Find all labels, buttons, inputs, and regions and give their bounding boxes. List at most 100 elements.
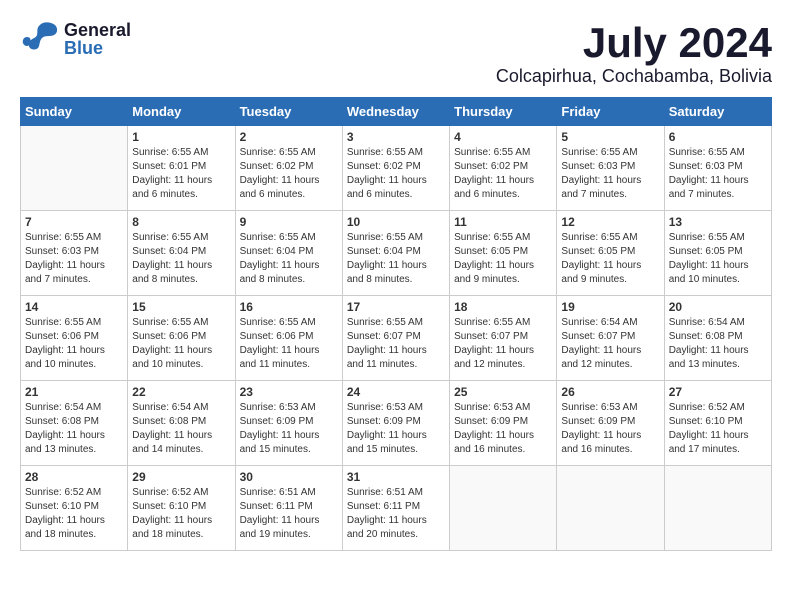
calendar-day-cell: 29 Sunrise: 6:52 AM Sunset: 6:10 PM Dayli… [128,466,235,551]
day-info: Sunrise: 6:55 AM Sunset: 6:07 PM Dayligh… [347,316,445,372]
calendar-day-cell [21,126,128,211]
day-number: 6 [669,130,767,144]
day-info: Sunrise: 6:55 AM Sunset: 6:04 PM Dayligh… [132,231,230,287]
day-number: 10 [347,215,445,229]
day-number: 12 [561,215,659,229]
day-number: 24 [347,385,445,399]
day-number: 20 [669,300,767,314]
day-info: Sunrise: 6:55 AM Sunset: 6:04 PM Dayligh… [347,231,445,287]
day-info: Sunrise: 6:55 AM Sunset: 6:05 PM Dayligh… [561,231,659,287]
calendar-day-cell: 27 Sunrise: 6:52 AM Sunset: 6:10 PM Dayli… [664,381,771,466]
day-number: 11 [454,215,552,229]
month-title: July 2024 [496,20,772,66]
calendar-day-cell: 23 Sunrise: 6:53 AM Sunset: 6:09 PM Dayli… [235,381,342,466]
day-info: Sunrise: 6:55 AM Sunset: 6:03 PM Dayligh… [561,146,659,202]
day-number: 13 [669,215,767,229]
day-info: Sunrise: 6:55 AM Sunset: 6:02 PM Dayligh… [347,146,445,202]
day-number: 25 [454,385,552,399]
calendar-day-cell: 4Sunrise: 6:55 AM Sunset: 6:02 PM Daylig… [450,126,557,211]
calendar-day-cell: 8 Sunrise: 6:55 AM Sunset: 6:04 PM Daylig… [128,211,235,296]
calendar-day-cell: 7Sunrise: 6:55 AM Sunset: 6:03 PM Daylig… [21,211,128,296]
calendar-day-cell: 9 Sunrise: 6:55 AM Sunset: 6:04 PM Daylig… [235,211,342,296]
weekday-header: Sunday [21,98,128,126]
calendar-day-cell: 18 Sunrise: 6:55 AM Sunset: 6:07 PM Dayli… [450,296,557,381]
day-info: Sunrise: 6:52 AM Sunset: 6:10 PM Dayligh… [669,401,767,457]
day-info: Sunrise: 6:55 AM Sunset: 6:06 PM Dayligh… [132,316,230,372]
day-info: Sunrise: 6:51 AM Sunset: 6:11 PM Dayligh… [240,486,338,542]
title-section: July 2024 Colcapirhua, Cochabamba, Boliv… [496,20,772,87]
day-number: 8 [132,215,230,229]
day-number: 26 [561,385,659,399]
day-number: 18 [454,300,552,314]
calendar-week-row: 28 Sunrise: 6:52 AM Sunset: 6:10 PM Dayli… [21,466,772,551]
day-number: 5 [561,130,659,144]
calendar-day-cell: 20 Sunrise: 6:54 AM Sunset: 6:08 PM Dayli… [664,296,771,381]
calendar-day-cell: 10 Sunrise: 6:55 AM Sunset: 6:04 PM Dayli… [342,211,449,296]
day-info: Sunrise: 6:53 AM Sunset: 6:09 PM Dayligh… [561,401,659,457]
weekday-header: Saturday [664,98,771,126]
logo: General Blue [20,20,131,58]
day-number: 28 [25,470,123,484]
day-info: Sunrise: 6:55 AM Sunset: 6:04 PM Dayligh… [240,231,338,287]
day-info: Sunrise: 6:51 AM Sunset: 6:11 PM Dayligh… [347,486,445,542]
calendar-day-cell: 12 Sunrise: 6:55 AM Sunset: 6:05 PM Dayli… [557,211,664,296]
day-number: 23 [240,385,338,399]
calendar-week-row: 1Sunrise: 6:55 AM Sunset: 6:01 PM Daylig… [21,126,772,211]
calendar-week-row: 14Sunrise: 6:55 AM Sunset: 6:06 PM Dayli… [21,296,772,381]
calendar-day-cell: 16 Sunrise: 6:55 AM Sunset: 6:06 PM Dayli… [235,296,342,381]
day-info: Sunrise: 6:53 AM Sunset: 6:09 PM Dayligh… [454,401,552,457]
day-info: Sunrise: 6:54 AM Sunset: 6:08 PM Dayligh… [25,401,123,457]
calendar-day-cell: 6 Sunrise: 6:55 AM Sunset: 6:03 PM Daylig… [664,126,771,211]
calendar-day-cell: 1Sunrise: 6:55 AM Sunset: 6:01 PM Daylig… [128,126,235,211]
day-number: 31 [347,470,445,484]
day-info: Sunrise: 6:52 AM Sunset: 6:10 PM Dayligh… [25,486,123,542]
day-number: 21 [25,385,123,399]
calendar-day-cell: 31 Sunrise: 6:51 AM Sunset: 6:11 PM Dayli… [342,466,449,551]
weekday-header: Thursday [450,98,557,126]
day-number: 2 [240,130,338,144]
day-info: Sunrise: 6:53 AM Sunset: 6:09 PM Dayligh… [240,401,338,457]
calendar-table: SundayMondayTuesdayWednesdayThursdayFrid… [20,97,772,551]
calendar-day-cell: 19Sunrise: 6:54 AM Sunset: 6:07 PM Dayli… [557,296,664,381]
weekday-header-row: SundayMondayTuesdayWednesdayThursdayFrid… [21,98,772,126]
day-info: Sunrise: 6:55 AM Sunset: 6:06 PM Dayligh… [240,316,338,372]
day-info: Sunrise: 6:55 AM Sunset: 6:01 PM Dayligh… [132,146,230,202]
calendar-day-cell [557,466,664,551]
calendar-day-cell: 22 Sunrise: 6:54 AM Sunset: 6:08 PM Dayli… [128,381,235,466]
calendar-day-cell: 2 Sunrise: 6:55 AM Sunset: 6:02 PM Daylig… [235,126,342,211]
day-info: Sunrise: 6:55 AM Sunset: 6:02 PM Dayligh… [454,146,552,202]
weekday-header: Wednesday [342,98,449,126]
calendar-week-row: 7Sunrise: 6:55 AM Sunset: 6:03 PM Daylig… [21,211,772,296]
calendar-day-cell: 15 Sunrise: 6:55 AM Sunset: 6:06 PM Dayli… [128,296,235,381]
day-number: 19 [561,300,659,314]
calendar-day-cell: 5 Sunrise: 6:55 AM Sunset: 6:03 PM Daylig… [557,126,664,211]
day-number: 29 [132,470,230,484]
calendar-day-cell: 25 Sunrise: 6:53 AM Sunset: 6:09 PM Dayli… [450,381,557,466]
calendar-day-cell: 30Sunrise: 6:51 AM Sunset: 6:11 PM Dayli… [235,466,342,551]
day-number: 27 [669,385,767,399]
day-info: Sunrise: 6:55 AM Sunset: 6:03 PM Dayligh… [669,146,767,202]
day-info: Sunrise: 6:55 AM Sunset: 6:05 PM Dayligh… [454,231,552,287]
logo-text: General Blue [64,21,131,57]
day-info: Sunrise: 6:53 AM Sunset: 6:09 PM Dayligh… [347,401,445,457]
calendar-day-cell: 17 Sunrise: 6:55 AM Sunset: 6:07 PM Dayli… [342,296,449,381]
day-info: Sunrise: 6:54 AM Sunset: 6:08 PM Dayligh… [132,401,230,457]
weekday-header: Monday [128,98,235,126]
calendar-day-cell [664,466,771,551]
day-number: 15 [132,300,230,314]
day-number: 16 [240,300,338,314]
day-info: Sunrise: 6:55 AM Sunset: 6:06 PM Dayligh… [25,316,123,372]
day-info: Sunrise: 6:55 AM Sunset: 6:03 PM Dayligh… [25,231,123,287]
day-number: 22 [132,385,230,399]
day-info: Sunrise: 6:55 AM Sunset: 6:07 PM Dayligh… [454,316,552,372]
weekday-header: Tuesday [235,98,342,126]
calendar-day-cell: 11 Sunrise: 6:55 AM Sunset: 6:05 PM Dayli… [450,211,557,296]
day-number: 17 [347,300,445,314]
calendar-day-cell: 28 Sunrise: 6:52 AM Sunset: 6:10 PM Dayli… [21,466,128,551]
day-info: Sunrise: 6:54 AM Sunset: 6:08 PM Dayligh… [669,316,767,372]
calendar-day-cell: 14Sunrise: 6:55 AM Sunset: 6:06 PM Dayli… [21,296,128,381]
logo-icon [20,20,60,58]
day-info: Sunrise: 6:55 AM Sunset: 6:02 PM Dayligh… [240,146,338,202]
day-number: 9 [240,215,338,229]
day-info: Sunrise: 6:52 AM Sunset: 6:10 PM Dayligh… [132,486,230,542]
